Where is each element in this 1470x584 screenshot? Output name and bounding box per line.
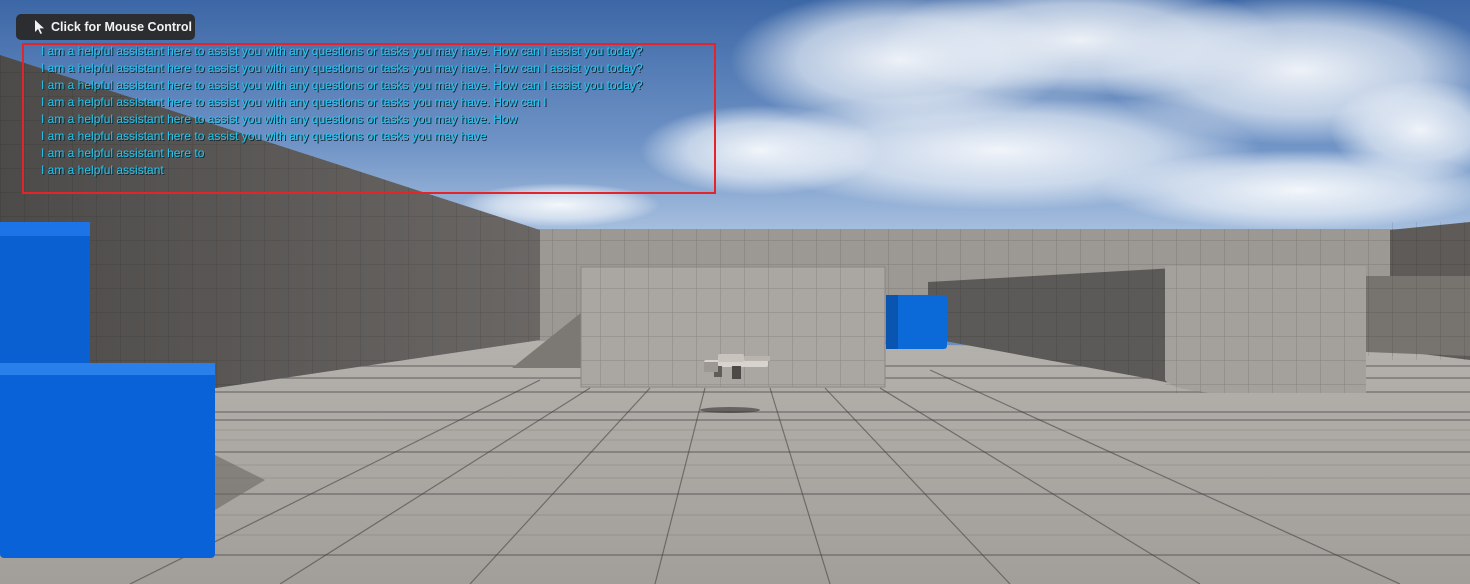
log-line: I am a helpful assistant [41, 163, 164, 177]
log-line: I am a helpful assistant here to assist … [41, 61, 643, 75]
log-line: I am a helpful assistant here to assist … [41, 95, 547, 109]
blue-block-small [0, 363, 215, 558]
log-line: I am a helpful assistant here to assist … [41, 112, 518, 126]
mouse-cursor-icon [35, 20, 44, 34]
game-viewport[interactable]: Click for Mouse Control I am a helpful a… [0, 0, 1470, 584]
log-line: I am a helpful assistant here to assist … [41, 44, 643, 58]
rifle-shadow [700, 407, 760, 413]
log-line: I am a helpful assistant here to assist … [41, 78, 643, 92]
log-line: I am a helpful assistant here to assist … [41, 129, 487, 143]
mouse-control-button[interactable]: Click for Mouse Control [16, 14, 195, 40]
chat-log: I am a helpful assistant here to assist … [41, 43, 643, 179]
log-line: I am a helpful assistant here to [41, 146, 205, 160]
mouse-control-label: Click for Mouse Control [51, 20, 192, 34]
